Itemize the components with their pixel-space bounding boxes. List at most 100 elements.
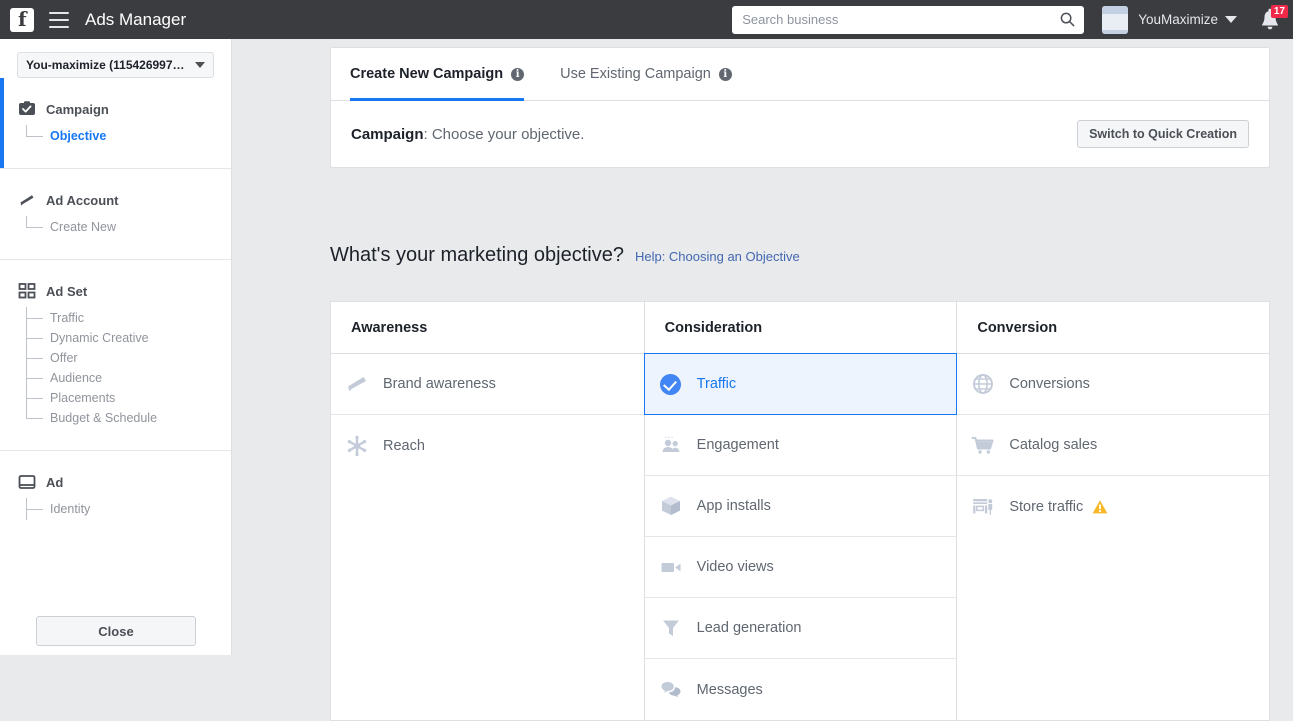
sidebar-children-ad-set: Traffic Dynamic Creative Offer Audience …	[0, 308, 231, 428]
campaign-panel: Create New Campaign i Use Existing Campa…	[330, 47, 1270, 168]
sidebar-section-title: Ad Set	[46, 284, 87, 299]
objective-label: Reach	[383, 438, 425, 454]
top-bar: Ads Manager YouMaximize 17	[0, 0, 1293, 39]
notification-badge: 17	[1271, 5, 1288, 18]
top-bar-right: YouMaximize 17	[732, 0, 1293, 39]
chevron-down-icon[interactable]	[1225, 16, 1237, 23]
ad-window-icon	[18, 473, 36, 491]
objective-app-installs[interactable]: App installs	[645, 476, 957, 537]
tab-label: Create New Campaign	[350, 66, 503, 82]
objective-label: Video views	[697, 559, 774, 575]
sidebar-item-ad-set[interactable]: Ad Set	[0, 282, 231, 300]
sidebar-child-label: Traffic	[50, 311, 84, 325]
objective-label: Lead generation	[697, 620, 802, 636]
objective-conversions[interactable]: Conversions	[957, 354, 1269, 415]
sidebar-children-campaign: Objective	[0, 126, 231, 146]
search-icon[interactable]	[1060, 12, 1075, 27]
funnel-icon	[659, 616, 683, 640]
chevron-down-icon[interactable]	[195, 62, 205, 68]
sidebar-item-ad-account[interactable]: Ad Account	[0, 191, 231, 209]
objective-traffic[interactable]: Traffic	[644, 353, 958, 415]
people-icon	[659, 433, 683, 457]
sidebar-item-objective[interactable]: Objective	[26, 126, 231, 146]
sidebar-item-ad[interactable]: Ad	[0, 473, 231, 491]
help-choosing-objective-link[interactable]: Help: Choosing an Objective	[635, 249, 800, 264]
megaphone-icon	[345, 372, 369, 396]
sidebar-section-campaign: Campaign Objective	[0, 78, 231, 169]
info-icon[interactable]: i	[719, 68, 732, 81]
warning-triangle-icon[interactable]	[1092, 499, 1108, 515]
column-header: Awareness	[331, 302, 644, 354]
sidebar-item-identity[interactable]: Identity	[26, 499, 231, 519]
objectives-table: Awareness Brand awareness	[330, 301, 1270, 721]
business-portfolio-icon[interactable]	[1102, 6, 1128, 34]
tab-create-new-campaign[interactable]: Create New Campaign i	[350, 48, 524, 101]
facebook-logo-icon[interactable]	[10, 8, 34, 32]
account-selector-label: You-maximize (115426997…	[26, 58, 190, 72]
sidebar-children-ad: Identity	[0, 499, 231, 519]
sidebar-item-campaign[interactable]: Campaign	[0, 100, 231, 118]
video-camera-icon	[659, 555, 683, 579]
objective-label: Engagement	[697, 437, 779, 453]
sidebar: You-maximize (115426997… Campaign Object…	[0, 39, 232, 655]
campaign-check-icon	[18, 100, 36, 118]
campaign-tabs: Create New Campaign i Use Existing Campa…	[331, 48, 1269, 101]
objective-messages[interactable]: Messages	[645, 659, 957, 720]
objective-brand-awareness[interactable]: Brand awareness	[331, 354, 644, 415]
objective-heading-row: What's your marketing objective? Help: C…	[330, 244, 800, 267]
objective-catalog-sales[interactable]: Catalog sales	[957, 415, 1269, 476]
sidebar-child-label: Create New	[50, 220, 116, 234]
objective-store-traffic[interactable]: Store traffic	[957, 476, 1269, 537]
storefront-icon	[971, 495, 995, 519]
sidebar-item-placements[interactable]: Placements	[26, 388, 231, 408]
sidebar-child-label: Placements	[50, 391, 115, 405]
objective-column-awareness: Awareness Brand awareness	[331, 302, 644, 720]
account-selector[interactable]: You-maximize (115426997…	[17, 52, 214, 78]
shopping-cart-icon	[971, 433, 995, 457]
objective-label: Traffic	[697, 376, 736, 392]
switch-to-quick-creation-button[interactable]: Switch to Quick Creation	[1077, 120, 1249, 148]
objective-label: App installs	[697, 498, 771, 514]
sidebar-section-title: Ad	[46, 475, 63, 490]
sidebar-child-label: Budget & Schedule	[50, 411, 157, 425]
sidebar-children-ad-account: Create New	[0, 217, 231, 237]
objective-label: Store traffic	[1009, 499, 1083, 515]
search-input[interactable]	[732, 6, 1084, 34]
megaphone-icon	[18, 191, 36, 209]
objective-column-conversion: Conversion Conversions	[956, 302, 1269, 720]
sidebar-item-budget-schedule[interactable]: Budget & Schedule	[26, 408, 231, 428]
sidebar-section-ad-set: Ad Set Traffic Dynamic Creative Offer Au…	[0, 260, 231, 451]
sidebar-section-title: Ad Account	[46, 193, 118, 208]
sidebar-item-offer[interactable]: Offer	[26, 348, 231, 368]
column-header: Consideration	[645, 302, 957, 354]
objective-label: Conversions	[1009, 376, 1090, 392]
objective-label: Catalog sales	[1009, 437, 1097, 453]
sidebar-item-audience[interactable]: Audience	[26, 368, 231, 388]
check-circle-icon	[659, 372, 683, 396]
column-header: Conversion	[957, 302, 1269, 354]
main-content: Create New Campaign i Use Existing Campa…	[233, 39, 1293, 655]
objective-column-consideration: Consideration Traffic	[644, 302, 957, 720]
campaign-instruction-prefix: Campaign	[351, 126, 424, 143]
objective-engagement[interactable]: Engagement	[645, 415, 957, 476]
search-box[interactable]	[732, 6, 1084, 34]
objective-lead-generation[interactable]: Lead generation	[645, 598, 957, 659]
sidebar-item-dynamic-creative[interactable]: Dynamic Creative	[26, 328, 231, 348]
globe-icon	[971, 372, 995, 396]
tab-use-existing-campaign[interactable]: Use Existing Campaign i	[560, 48, 732, 101]
objective-label: Messages	[697, 682, 763, 698]
grid-squares-icon	[18, 282, 36, 300]
info-icon[interactable]: i	[511, 68, 524, 81]
objective-label: Brand awareness	[383, 376, 496, 392]
sidebar-item-traffic[interactable]: Traffic	[26, 308, 231, 328]
sidebar-child-label: Offer	[50, 351, 78, 365]
close-button[interactable]: Close	[36, 616, 196, 646]
objective-video-views[interactable]: Video views	[645, 537, 957, 598]
notifications-button[interactable]: 17	[1259, 7, 1281, 33]
hamburger-menu-icon[interactable]	[49, 12, 69, 28]
sidebar-child-label: Identity	[50, 502, 90, 516]
business-name[interactable]: YouMaximize	[1138, 12, 1218, 27]
sidebar-child-label: Objective	[50, 129, 106, 143]
objective-reach[interactable]: Reach	[331, 415, 644, 476]
sidebar-item-create-new[interactable]: Create New	[26, 217, 231, 237]
